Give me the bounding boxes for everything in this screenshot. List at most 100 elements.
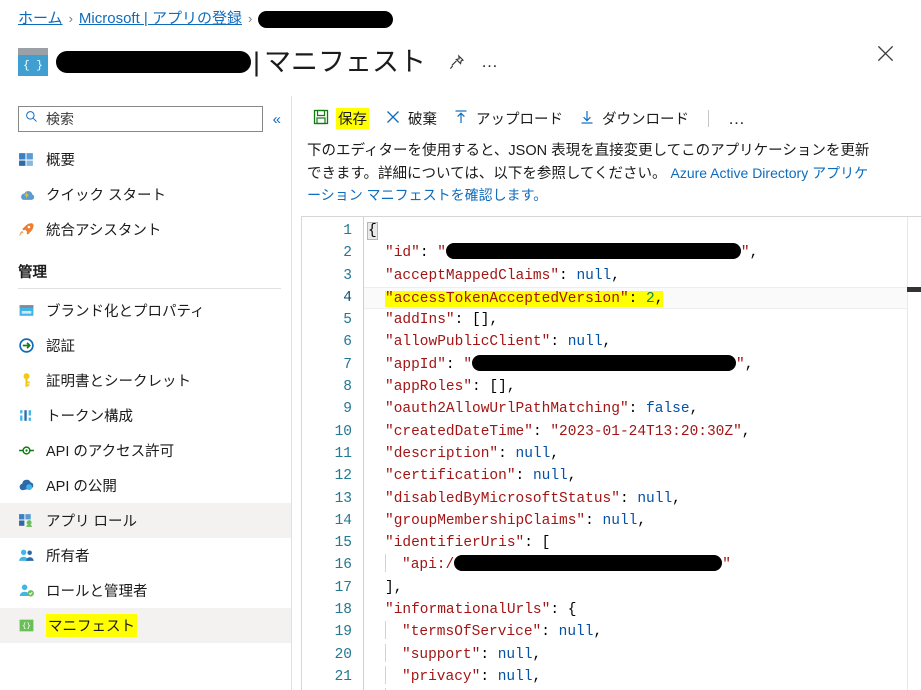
sidebar-item-rocket[interactable]: 統合アシスタント	[0, 212, 291, 247]
editor-line[interactable]: "certification": null,	[364, 465, 921, 487]
discard-icon	[385, 109, 401, 129]
editor-token: "disabledByMicrosoftStatus"	[385, 491, 620, 507]
editor-token: ,	[550, 446, 559, 462]
editor-line[interactable]: "id": "",	[364, 242, 921, 264]
breadcrumb: ホーム › Microsoft | アプリの登録 ›	[18, 9, 393, 29]
sidebar-item-roles-administrators[interactable]: ロールと管理者	[0, 573, 291, 608]
editor-token: ,	[750, 245, 759, 261]
roles-administrators-icon	[18, 582, 35, 599]
editor-line[interactable]: "acceptMappedClaims": null,	[364, 265, 921, 287]
editor-line[interactable]: "oauth2AllowUrlPathMatching": false,	[364, 398, 921, 420]
collapse-sidebar-icon[interactable]: «	[273, 111, 281, 128]
editor-token: ,	[655, 291, 664, 307]
expose-api-icon	[18, 477, 35, 494]
editor-token: "	[741, 245, 750, 261]
save-button[interactable]: 保存	[307, 106, 375, 131]
editor-token: :	[559, 268, 576, 284]
editor-line-number: 14	[302, 510, 352, 532]
sidebar-item-label: ロールと管理者	[46, 580, 148, 601]
editor-line-number: 11	[302, 443, 352, 465]
download-button[interactable]: ダウンロード	[573, 106, 695, 131]
command-bar-more-icon[interactable]: …	[722, 114, 752, 124]
editor-line[interactable]: "appId": "",	[364, 354, 921, 376]
editor-overview-ruler[interactable]	[907, 217, 921, 690]
sidebar-item-branding[interactable]: ブランド化とプロパティ	[0, 293, 291, 328]
editor-line[interactable]: "disabledByMicrosoftStatus": null,	[364, 488, 921, 510]
discard-button[interactable]: 破棄	[379, 106, 443, 131]
svg-text:{}: {}	[22, 621, 31, 630]
editor-line[interactable]: "informationalUrls": {	[364, 599, 921, 621]
token-configuration-icon	[18, 407, 35, 424]
editor-line-number: 4	[302, 287, 352, 309]
editor-line[interactable]: "privacy": null,	[364, 666, 921, 688]
editor-indent-guide	[385, 621, 386, 639]
close-icon[interactable]	[876, 44, 895, 68]
api-permissions-icon	[18, 442, 35, 459]
editor-line[interactable]: "appRoles": [],	[364, 376, 921, 398]
editor-line[interactable]: "identifierUris": [	[364, 532, 921, 554]
editor-token: "accessTokenAcceptedVersion"	[385, 291, 629, 307]
editor-line[interactable]: "api:/"	[364, 554, 921, 576]
search-box[interactable]	[18, 106, 263, 132]
editor-token: "2023-01-24T13:20:30Z"	[550, 424, 741, 440]
title-redacted-app-name	[56, 51, 251, 73]
sidebar-item-label: 証明書とシークレット	[46, 370, 191, 391]
editor-line-number: 21	[302, 666, 352, 688]
search-input[interactable]	[44, 110, 256, 128]
editor-token: ,	[742, 424, 751, 440]
upload-button[interactable]: アップロード	[447, 106, 569, 131]
editor-token: ],	[385, 580, 402, 596]
editor-line-number: 7	[302, 354, 352, 376]
editor-line-number: 9	[302, 398, 352, 420]
upload-icon	[453, 109, 469, 129]
sidebar-item-label: 認証	[46, 335, 75, 356]
editor-line[interactable]: {	[364, 220, 921, 242]
discard-button-label: 破棄	[408, 108, 437, 129]
editor-indent-guide	[385, 666, 386, 684]
editor-line[interactable]: "accessTokenAcceptedVersion": 2,	[364, 287, 921, 309]
authentication-icon	[18, 337, 35, 354]
sidebar-item-token-configuration[interactable]: トークン構成	[0, 398, 291, 433]
editor-line[interactable]: "allowPublicClient": null,	[364, 331, 921, 353]
editor-token: :	[420, 245, 437, 261]
sidebar-item-label: アプリ ロール	[46, 510, 137, 531]
editor-line-number: 15	[302, 532, 352, 554]
editor-line[interactable]: "support": null,	[364, 644, 921, 666]
editor-token: "acceptMappedClaims"	[385, 268, 559, 284]
editor-token: :	[480, 647, 497, 663]
sidebar-item-label: クイック スタート	[46, 184, 166, 205]
editor-line[interactable]: ],	[364, 577, 921, 599]
manifest-braces-icon-glyph: { }	[23, 56, 43, 76]
manifest-description: 下のエディターを使用すると、JSON 表現を直接変更してこのアプリケーションを更…	[293, 139, 893, 208]
sidebar-search-row: «	[0, 96, 291, 138]
sidebar-item-label: API のアクセス許可	[46, 440, 174, 461]
editor-line-number: 17	[302, 577, 352, 599]
editor-token: :	[446, 357, 463, 373]
editor-line[interactable]: "description": null,	[364, 443, 921, 465]
editor-token: null	[568, 334, 603, 350]
sidebar-item-api-permissions[interactable]: API のアクセス許可	[0, 433, 291, 468]
sidebar-item-authentication[interactable]: 認証	[0, 328, 291, 363]
save-button-label: 保存	[336, 108, 369, 129]
sidebar-item-quickstart[interactable]: クイック スタート	[0, 177, 291, 212]
editor-token: ,	[690, 401, 699, 417]
json-editor[interactable]: 1234567891011121314151617181920212223 {"…	[301, 216, 921, 690]
sidebar-item-owners[interactable]: 所有者	[0, 538, 291, 573]
pin-icon[interactable]	[448, 54, 465, 71]
sidebar-item-key[interactable]: 証明書とシークレット	[0, 363, 291, 398]
breadcrumb-app-registrations-link[interactable]: Microsoft | アプリの登録	[79, 9, 242, 29]
editor-line[interactable]: "groupMembershipClaims": null,	[364, 510, 921, 532]
title-more-icon[interactable]: …	[481, 57, 499, 67]
sidebar-item-overview[interactable]: 概要	[0, 142, 291, 177]
editor-token: null	[559, 624, 594, 640]
sidebar-item-app-roles[interactable]: アプリ ロール	[0, 503, 291, 538]
editor-code-area[interactable]: {"id": "","acceptMappedClaims": null,"ac…	[364, 217, 921, 690]
breadcrumb-home-link[interactable]: ホーム	[18, 9, 63, 29]
sidebar-item-manifest[interactable]: {}マニフェスト	[0, 608, 291, 643]
editor-line[interactable]: "termsOfService": null,	[364, 621, 921, 643]
editor-line[interactable]: "addIns": [],	[364, 309, 921, 331]
editor-line[interactable]: "createdDateTime": "2023-01-24T13:20:30Z…	[364, 421, 921, 443]
editor-line-number: 16	[302, 554, 352, 576]
sidebar-item-expose-api[interactable]: API の公開	[0, 468, 291, 503]
editor-token: "	[463, 357, 472, 373]
